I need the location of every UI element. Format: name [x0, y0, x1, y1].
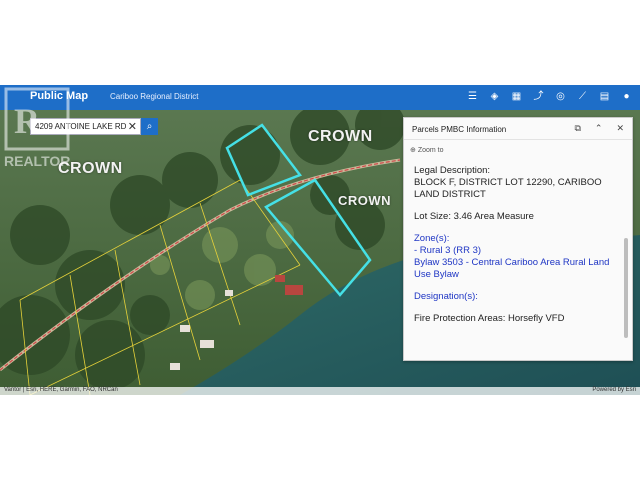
org-name: Cariboo Regional District: [110, 92, 199, 101]
panel-scrollbar[interactable]: [624, 238, 628, 338]
zoom-to-link[interactable]: ⊕ Zoom to: [410, 146, 444, 154]
measure-icon[interactable]: ⟋: [577, 91, 588, 102]
fire-protection: Fire Protection Areas: Horsefly VFD: [414, 313, 565, 324]
panel-title: Parcels PMBC Information: [412, 125, 507, 134]
zones-label: Zone(s):: [414, 233, 450, 244]
zoom-to-label: Zoom to: [417, 147, 444, 154]
zones: Zone(s): - Rural 3 (RR 3) Bylaw 3503 - C…: [414, 233, 624, 281]
attribution-left: Vantor | Esri, HERE, Garmin, FAO, NRCan: [4, 387, 118, 393]
panel-body: Legal Description: BLOCK F, DISTRICT LOT…: [414, 165, 624, 325]
layers-icon[interactable]: ◈: [489, 91, 500, 102]
info-panel: Parcels PMBC Information ⧉ ⌃ ✕ ⊕ Zoom to…: [403, 117, 633, 361]
realtor-wordmark: REALTOR: [4, 153, 71, 169]
app-header: Public Map Cariboo Regional District ☰ ◈…: [0, 85, 640, 110]
lot-size: Lot Size: 3.46 Area Measure: [414, 211, 534, 222]
crown-label-right: CROWN: [338, 193, 392, 208]
dock-icon[interactable]: ⧉: [574, 123, 580, 134]
close-icon[interactable]: ✕: [128, 120, 137, 133]
map-viewer[interactable]: CROWN CROWN CROWN Public Map Cariboo Reg…: [0, 85, 640, 395]
zone-bylaw[interactable]: Bylaw 3503 - Central Cariboo Area Rural …: [414, 257, 624, 281]
share-icon[interactable]: ⤴: [533, 91, 544, 102]
zone-rural[interactable]: - Rural 3 (RR 3): [414, 245, 624, 257]
designation-label: Designation(s):: [414, 291, 478, 302]
user-icon[interactable]: ●: [621, 91, 632, 102]
search-button[interactable]: ⌕: [141, 118, 158, 135]
close-icon[interactable]: ✕: [616, 123, 624, 134]
minimize-icon[interactable]: ⌃: [595, 123, 603, 134]
zoom-icon: ⊕: [410, 147, 416, 154]
print-icon[interactable]: ▤: [599, 91, 610, 102]
svg-text:R: R: [14, 101, 41, 141]
attribution-bar: Vantor | Esri, HERE, Garmin, FAO, NRCan …: [0, 387, 640, 395]
crown-label-top: CROWN: [308, 128, 373, 145]
search-icon: ⌕: [146, 121, 153, 132]
legal-label: Legal Description:: [414, 165, 491, 176]
basemap-icon[interactable]: ▦: [511, 91, 522, 102]
toolbar: ☰ ◈ ▦ ⤴ ◎ ⟋ ▤ ●: [467, 91, 632, 102]
panel-controls: ⧉ ⌃ ✕: [574, 123, 624, 134]
list-icon[interactable]: ☰: [467, 91, 478, 102]
legal-description: Legal Description: BLOCK F, DISTRICT LOT…: [414, 165, 624, 201]
panel-header: Parcels PMBC Information ⧉ ⌃ ✕: [404, 118, 632, 140]
legal-value: BLOCK F, DISTRICT LOT 12290, CARIBOO LAN…: [414, 177, 602, 200]
realtor-watermark: R REALTOR: [0, 85, 78, 180]
database-icon[interactable]: ◎: [555, 91, 566, 102]
attribution-right: Powered by Esri: [592, 387, 636, 393]
